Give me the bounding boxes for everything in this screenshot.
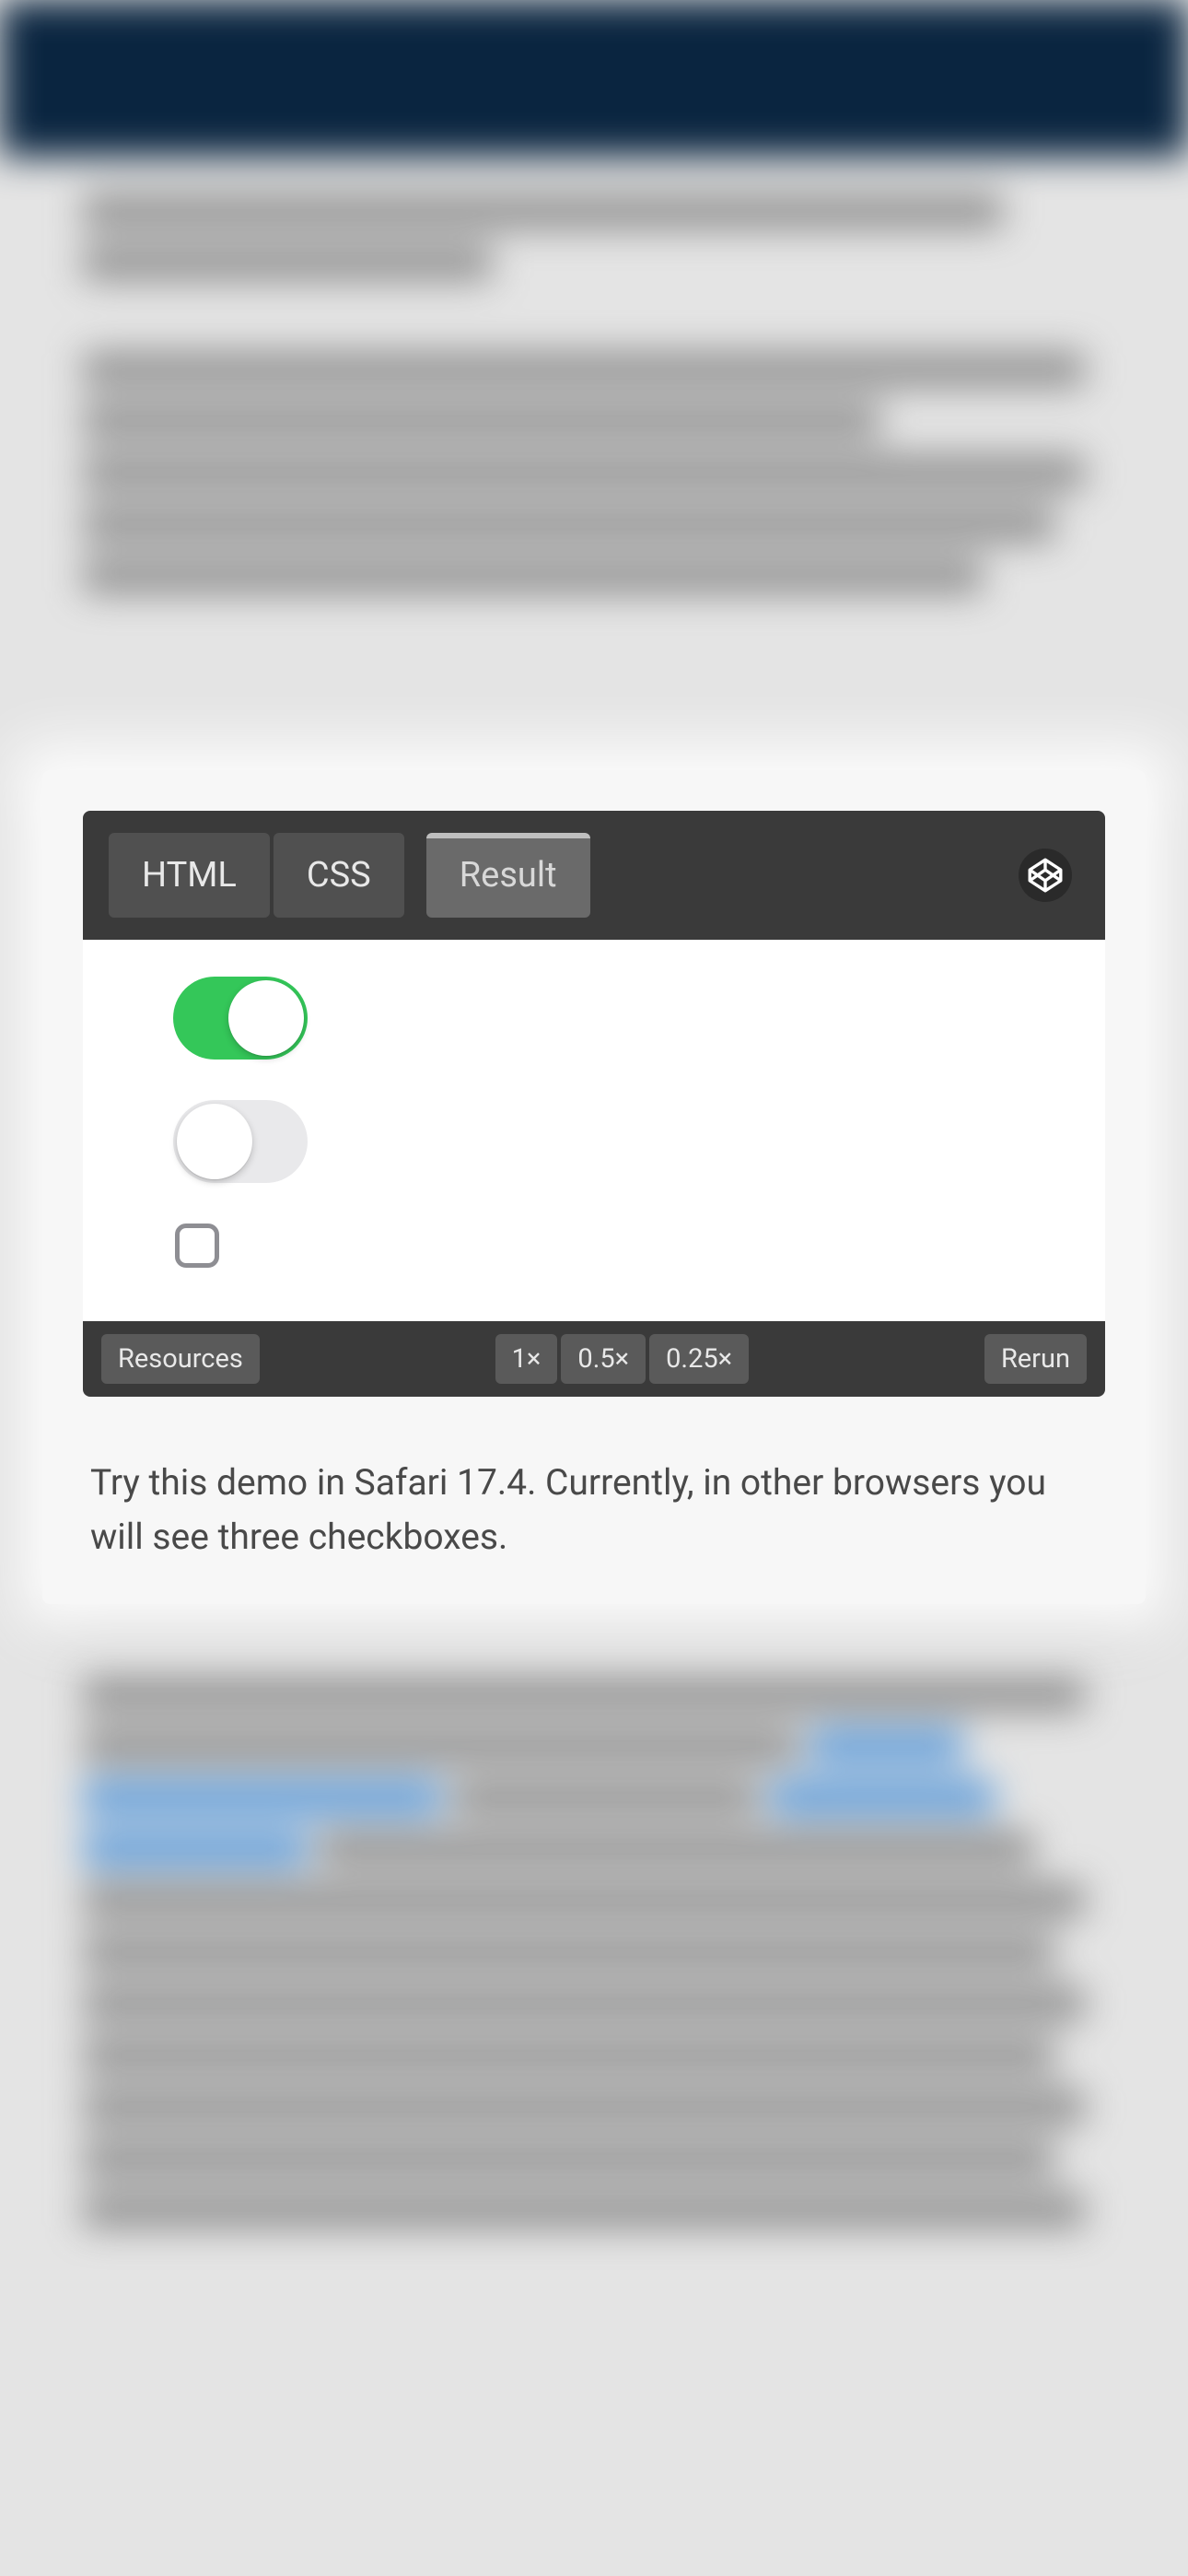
codepen-footer: Resources 1× 0.5× 0.25× Rerun (83, 1321, 1105, 1397)
demo-caption: Try this demo in Safari 17.4. Currently,… (83, 1456, 1105, 1563)
switch-toggle-off[interactable] (173, 1100, 308, 1183)
codepen-icon (1026, 856, 1065, 895)
resources-button[interactable]: Resources (101, 1334, 260, 1384)
rerun-button[interactable]: Rerun (984, 1334, 1087, 1384)
tab-css[interactable]: CSS (274, 833, 404, 918)
demo-card: HTML CSS Result Resources 1 (42, 770, 1146, 1604)
switch-knob (228, 980, 304, 1056)
tab-html[interactable]: HTML (109, 833, 270, 918)
zoom-025x-button[interactable]: 0.25× (649, 1334, 749, 1384)
codepen-tabs-header: HTML CSS Result (83, 811, 1105, 940)
tab-result[interactable]: Result (426, 833, 590, 918)
zoom-1x-button[interactable]: 1× (495, 1334, 558, 1384)
codepen-logo-button[interactable] (1019, 849, 1072, 902)
zoom-controls: 1× 0.5× 0.25× (495, 1334, 750, 1384)
zoom-05x-button[interactable]: 0.5× (561, 1334, 646, 1384)
switch-knob (177, 1104, 252, 1179)
codepen-result-pane (83, 940, 1105, 1321)
codepen-embed: HTML CSS Result Resources 1 (83, 811, 1105, 1397)
checkbox-input[interactable] (175, 1224, 219, 1268)
switch-toggle-on[interactable] (173, 977, 308, 1060)
